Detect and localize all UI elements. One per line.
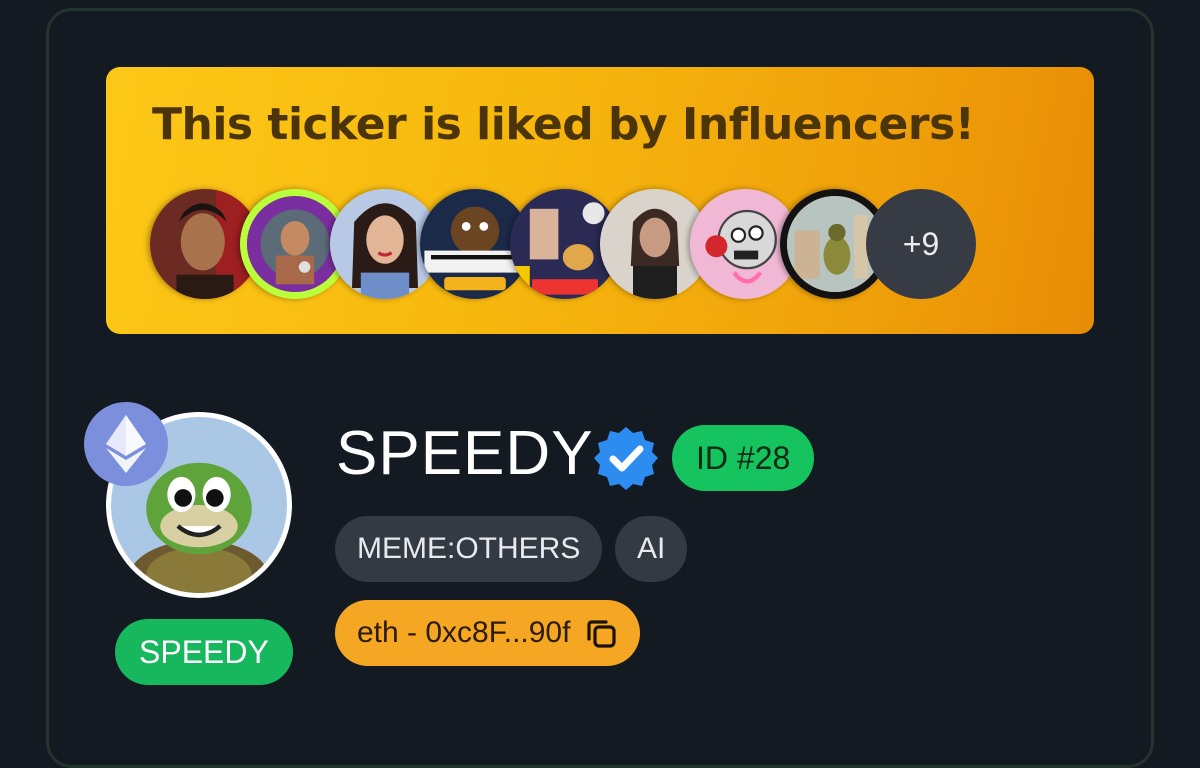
tag-meme-others[interactable]: MEME:OTHERS: [335, 516, 603, 582]
tag-ai[interactable]: AI: [615, 516, 688, 582]
contract-address-label: eth - 0xc8F...90f: [357, 616, 571, 649]
token-symbol-badge: SPEEDY: [115, 619, 293, 685]
influencers-banner-title: This ticker is liked by Influencers!: [152, 99, 975, 150]
chain-badge: [84, 402, 168, 486]
influencer-avatar-list: +9: [150, 189, 990, 301]
copy-icon: [587, 620, 617, 648]
contract-address-copy-button[interactable]: eth - 0xc8F...90f: [335, 600, 641, 666]
verified-badge-icon: [594, 427, 658, 490]
influencers-banner: This ticker is liked by Influencers! +9: [106, 67, 1094, 334]
ethereum-icon: [106, 415, 146, 473]
token-name: SPEEDY: [336, 419, 594, 488]
more-influencers-count[interactable]: +9: [866, 189, 976, 299]
token-id-badge: ID #28: [672, 425, 815, 491]
